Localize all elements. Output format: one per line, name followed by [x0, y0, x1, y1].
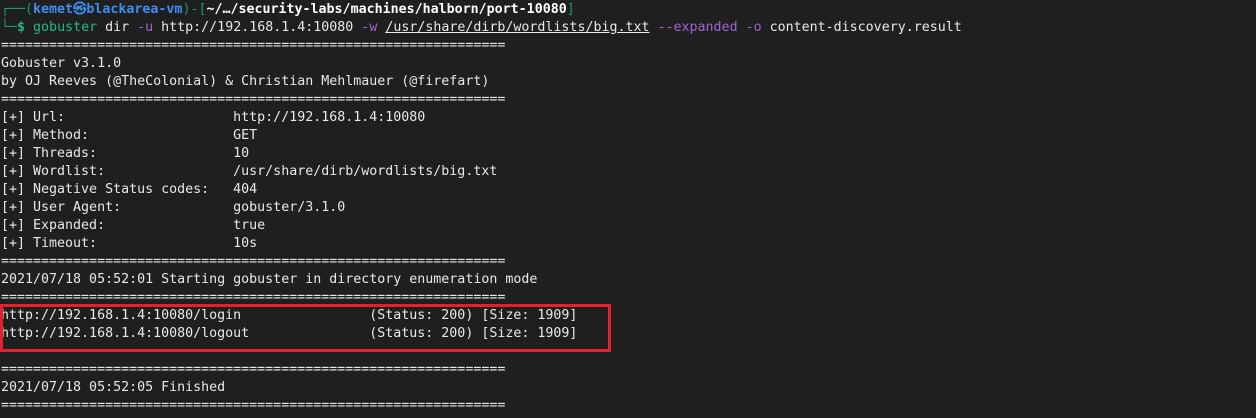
output-line: 2021/07/18 05:52:01 Starting gobuster in…	[1, 272, 538, 287]
prompt-at-icon: ㉿	[73, 2, 87, 17]
prompt-close: ]	[566, 2, 575, 17]
output-line: Gobuster v3.1.0	[1, 56, 122, 71]
output-line: ========================================…	[1, 38, 506, 53]
command-arg: dir	[97, 20, 138, 35]
prompt-symbol: $	[17, 20, 26, 35]
command-arg: /usr/share/dirb/wordlists/big.txt	[385, 20, 650, 35]
prompt-cwd: ~/…/security-labs/machines/halborn/port-…	[206, 2, 567, 17]
command-arg: -u	[137, 20, 154, 35]
output-line: ========================================…	[1, 254, 506, 269]
results-highlight-box	[0, 304, 611, 352]
output-line: [+] Threads: 10	[1, 146, 250, 161]
output-line: [+] Timeout: 10s	[1, 236, 258, 251]
command-output: ========================================…	[1, 37, 962, 415]
output-line: [+] User Agent: gobuster/3.1.0	[1, 200, 346, 215]
terminal[interactable]: ┌──(kemet㉿blackarea-vm)-[~/…/security-la…	[1, 1, 962, 415]
command-name: gobuster	[33, 20, 98, 35]
prompt-sep: )-[	[182, 2, 207, 17]
prompt-user: kemet	[33, 2, 74, 17]
prompt-host: blackarea-vm	[86, 2, 183, 17]
command-line: └─$ gobuster dir -u http://192.168.1.4:1…	[1, 19, 962, 37]
command-arg: content-discovery.result	[761, 20, 962, 35]
prompt-header: ┌──(kemet㉿blackarea-vm)-[~/…/security-la…	[1, 1, 962, 19]
output-line: [+] Expanded: true	[1, 218, 266, 233]
output-line: [+] Url: http://192.168.1.4:10080	[1, 110, 426, 125]
output-line: ========================================…	[1, 362, 506, 377]
command-arg	[738, 20, 746, 35]
output-line: [+] Wordlist: /usr/share/dirb/wordlists/…	[1, 164, 498, 179]
output-line: ========================================…	[1, 398, 506, 413]
command-arg: -o	[745, 20, 762, 35]
command-arg	[650, 20, 658, 35]
output-line: [+] Method: GET	[1, 128, 258, 143]
output-line: by OJ Reeves (@TheColonial) & Christian …	[1, 74, 490, 89]
output-line: ========================================…	[1, 92, 506, 107]
command-arg: -w	[361, 20, 378, 35]
command-arg: --expanded	[657, 20, 738, 35]
output-line: [+] Negative Status codes: 404	[1, 182, 258, 197]
command-arg: http://192.168.1.4:10080	[153, 20, 362, 35]
output-line: 2021/07/18 05:52:05 Finished	[1, 380, 226, 395]
prompt-corner-bottom: └─	[1, 20, 18, 35]
prompt-corner: ┌──(	[1, 2, 34, 17]
